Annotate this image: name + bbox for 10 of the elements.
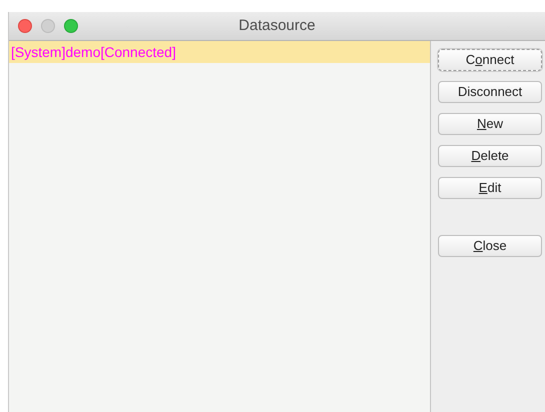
window-title: Datasource [238, 16, 316, 36]
dialog-button[interactable]: Close [438, 235, 542, 257]
dialog-button[interactable]: Edit [438, 177, 542, 199]
dialog-button[interactable]: Delete [438, 145, 542, 167]
minimize-icon[interactable] [41, 19, 55, 33]
zoom-icon[interactable] [64, 19, 78, 33]
dialog-button[interactable]: Connect [438, 49, 542, 71]
close-icon[interactable] [18, 19, 32, 33]
dialog-button[interactable]: New [438, 113, 542, 135]
dialog-button[interactable]: Disconnect [438, 81, 542, 103]
